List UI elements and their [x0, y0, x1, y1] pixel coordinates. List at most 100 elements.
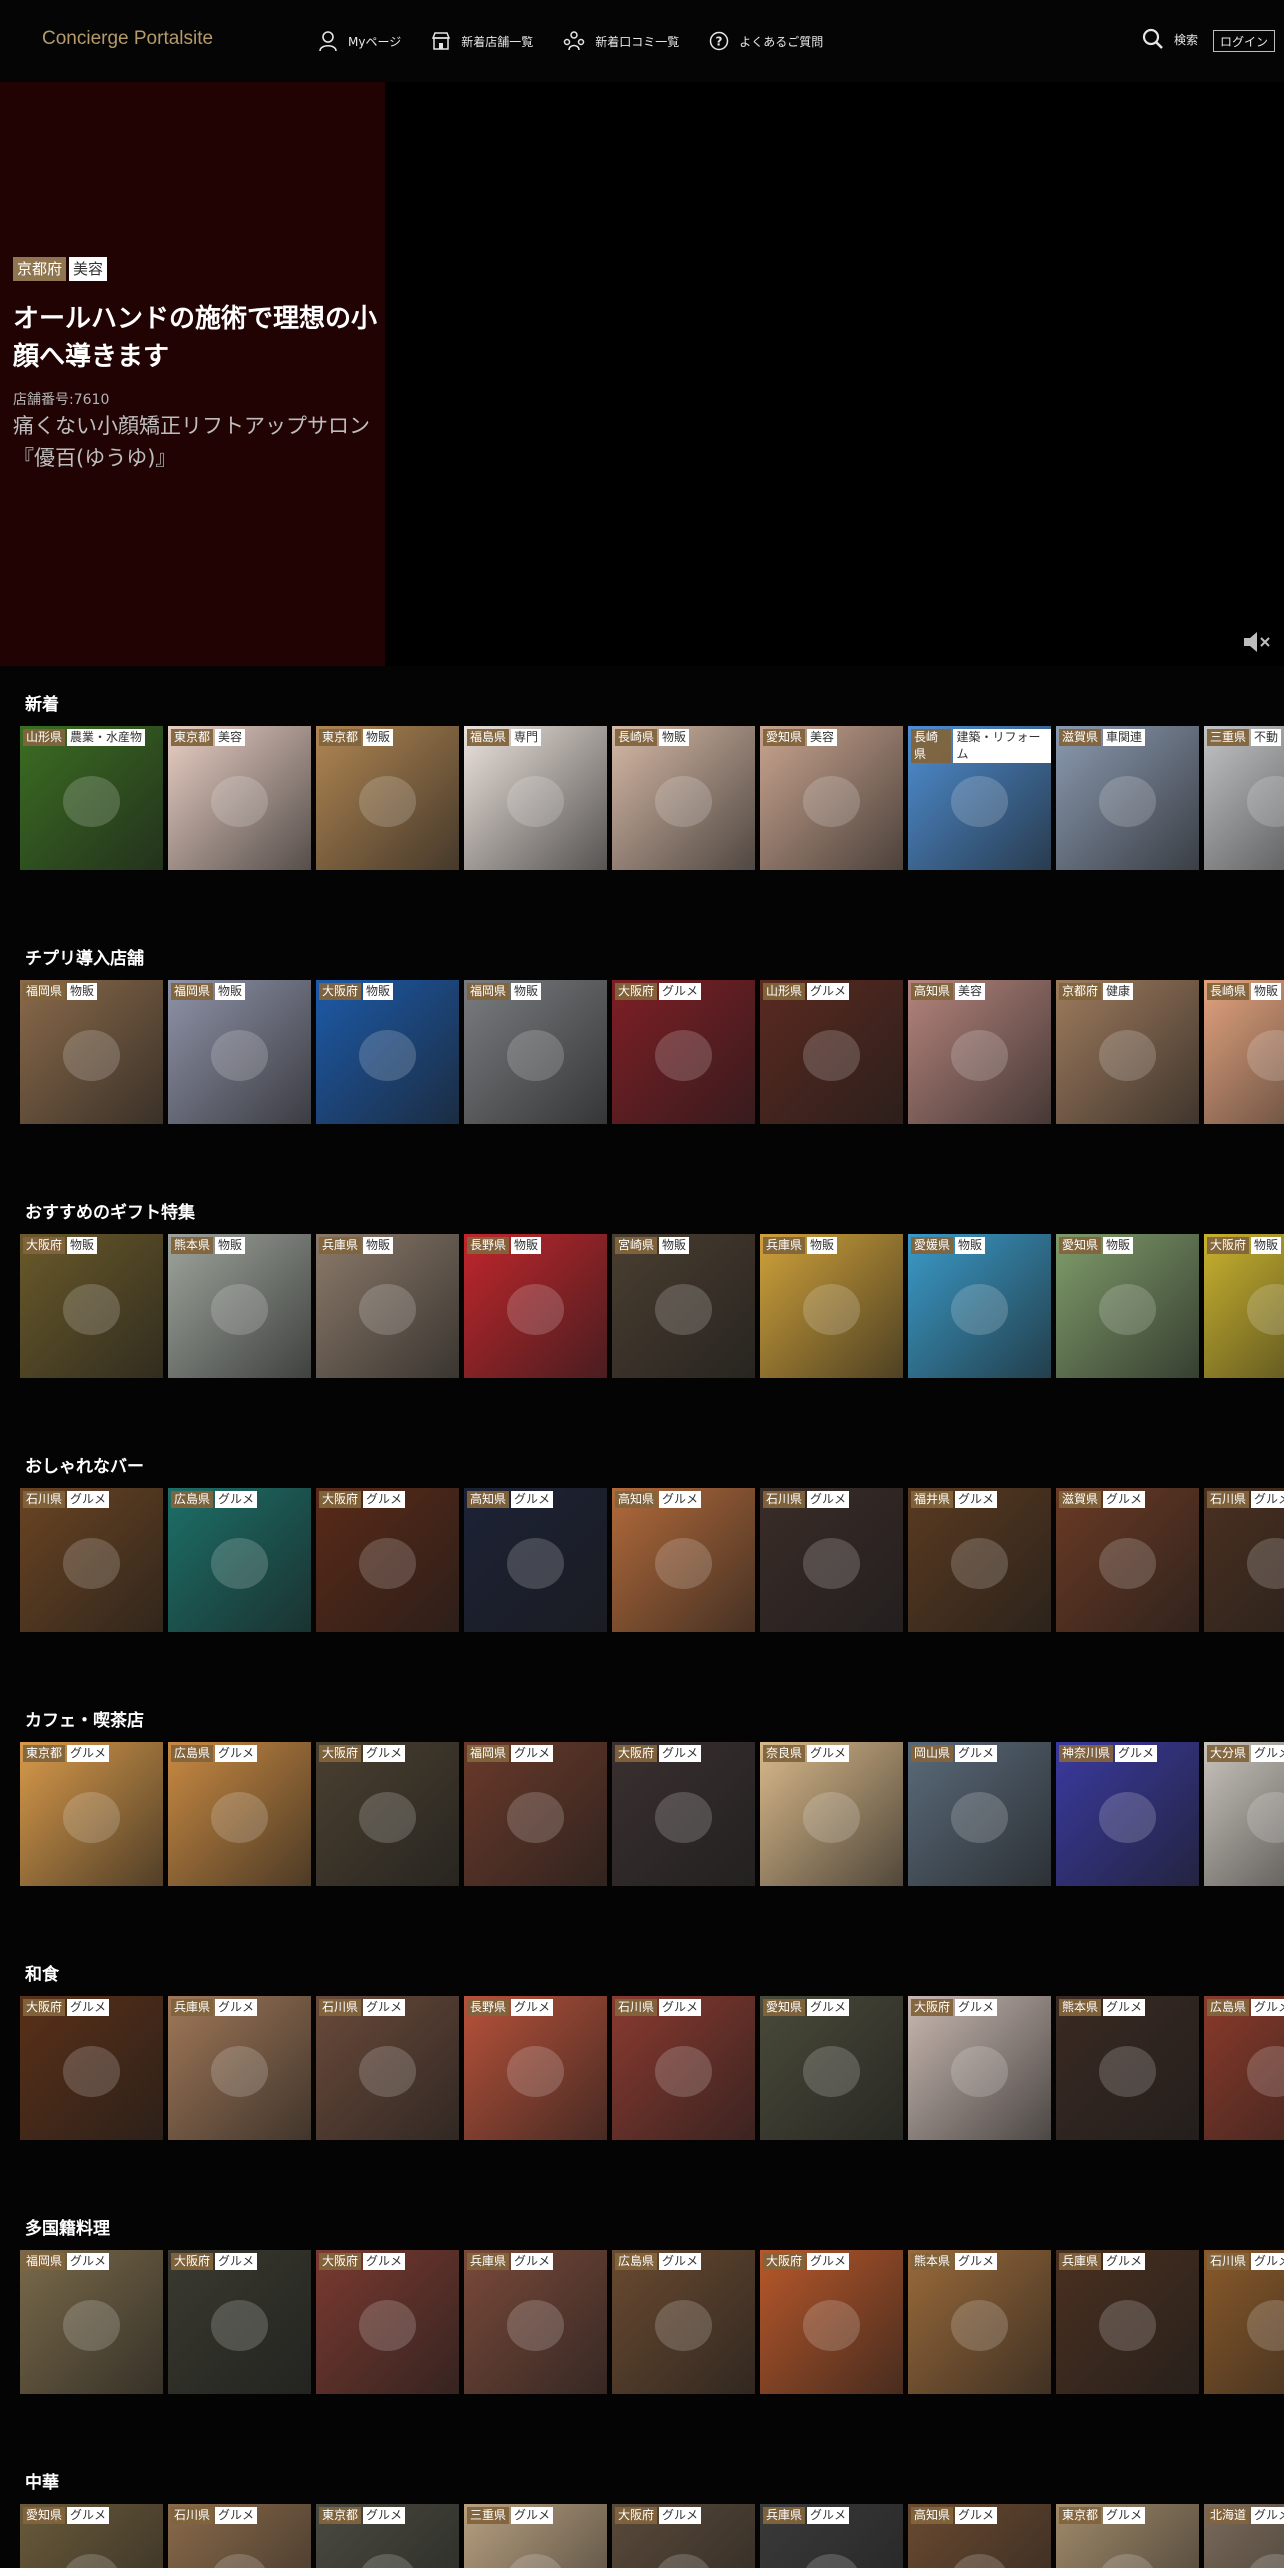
store-card[interactable]: 兵庫県 グルメ [168, 1996, 311, 2140]
store-card[interactable]: 愛知県 物販 [1056, 1234, 1199, 1378]
store-card[interactable]: 熊本県 物販 [168, 1234, 311, 1378]
store-card[interactable]: 宮崎県 物販 [612, 1234, 755, 1378]
store-card[interactable]: 福岡県 物販 [168, 980, 311, 1124]
store-card[interactable]: 山形県 グルメ [760, 980, 903, 1124]
store-card[interactable]: 大阪府 グルメ [612, 1742, 755, 1886]
store-card[interactable]: 大阪府 グルメ [612, 2504, 755, 2568]
store-card[interactable]: 大阪府 物販 [316, 980, 459, 1124]
store-card[interactable]: 兵庫県 グルメ [760, 2504, 903, 2568]
store-card[interactable]: 広島県グルメ [612, 2250, 755, 2394]
store-card[interactable]: 大阪府 グルメ [612, 980, 755, 1124]
store-card[interactable]: 兵庫県 グルメ [1056, 2250, 1199, 2394]
card-category-tag: グルメ [659, 1491, 702, 1508]
store-card[interactable]: 福島県 専門 [464, 726, 607, 870]
store-card[interactable]: 愛知県 グルメ [760, 1996, 903, 2140]
store-card[interactable]: 岡山県 グルメ [908, 1742, 1051, 1886]
store-card[interactable]: 広島県グルメ [168, 1742, 311, 1886]
store-card[interactable]: 京都府 健康 [1056, 980, 1199, 1124]
card-carousel: 東京都 グルメ 広島県 グルメ 大阪府 グルメ 福岡県 グルメ 大阪府 グルメ 奈良県 グルメ 岡山県グ… [20, 1742, 1284, 1886]
store-card[interactable]: 大阪府 グルメ [760, 2250, 903, 2394]
store-card[interactable]: 大分県グルメ [1204, 1742, 1284, 1886]
card-thumbnail [1098, 1538, 1157, 1589]
store-card[interactable]: 東京都 グルメ [1056, 2504, 1199, 2568]
mute-button[interactable] [1240, 626, 1272, 658]
card-tags: 長野県 グルメ [467, 1999, 554, 2016]
store-card[interactable]: 長野県 物販 [464, 1234, 607, 1378]
card-prefecture-tag: 愛知県 [763, 729, 806, 746]
store-card[interactable]: 長野県 グルメ [464, 1996, 607, 2140]
store-card[interactable]: 福岡県 物販 [464, 980, 607, 1124]
hero-title[interactable]: オールハンドの施術で理想の小顔へ導きます [13, 300, 383, 376]
store-card[interactable]: 山形県 農業・水産物 [20, 726, 163, 870]
store-card[interactable]: 石川県グルメ [168, 2504, 311, 2568]
card-thumbnail [1246, 2554, 1284, 2568]
card-tags: 長崎県 物販 [1207, 983, 1282, 1000]
nav-new-stores[interactable]: 新着店舗一覧 [431, 31, 533, 51]
store-card[interactable]: 長崎県 建築・リフォーム [908, 726, 1051, 870]
search-button[interactable]: 検索 [1142, 28, 1198, 50]
store-card[interactable]: 長崎県 物販 [1204, 980, 1284, 1124]
store-card[interactable]: 東京都 美容 [168, 726, 311, 870]
store-card[interactable]: 石川県グルメ [1204, 2250, 1284, 2394]
store-card[interactable]: 福岡県 グルメ [464, 1742, 607, 1886]
store-card[interactable]: 愛媛県 物販 [908, 1234, 1051, 1378]
store-card[interactable]: 石川県グルメ [20, 1488, 163, 1632]
card-prefecture-tag: 兵庫県 [763, 2507, 806, 2524]
store-card[interactable]: 大阪府 グルメ [168, 2250, 311, 2394]
store-card[interactable]: 高知県 グルメ [612, 1488, 755, 1632]
card-prefecture-tag: 福島県 [467, 729, 510, 746]
store-card[interactable]: 東京都 グルメ [20, 1742, 163, 1886]
store-card[interactable]: 広島県グルメ [1204, 1996, 1284, 2140]
store-card[interactable]: 滋賀県 グルメ [1056, 1488, 1199, 1632]
store-card[interactable]: 東京都 グルメ [316, 2504, 459, 2568]
store-card[interactable]: 石川県グルメ [1204, 1488, 1284, 1632]
store-card[interactable]: 広島県グルメ [168, 1488, 311, 1632]
store-card[interactable]: 神奈川県 グルメ [1056, 1742, 1199, 1886]
store-card[interactable]: 福岡県 グルメ [20, 2250, 163, 2394]
store-card[interactable]: 大阪府 グルメ [316, 2250, 459, 2394]
login-button[interactable]: ログイン [1213, 30, 1275, 52]
store-card[interactable]: 滋賀県 車関連 [1056, 726, 1199, 870]
store-card[interactable]: 石川県グルメ [760, 1488, 903, 1632]
store-card[interactable]: 熊本県 グルメ [908, 2250, 1051, 2394]
card-category-tag: グルメ [363, 1745, 406, 1762]
store-card[interactable]: 長崎県 物販 [612, 726, 755, 870]
store-card[interactable]: 愛知県 美容 [760, 726, 903, 870]
card-category-tag: グルメ [659, 1999, 702, 2016]
store-card[interactable]: 高知県 グルメ [908, 2504, 1051, 2568]
site-logo[interactable]: Concierge Portalsite [42, 28, 213, 50]
store-card[interactable]: 石川県グルメ [612, 1996, 755, 2140]
card-thumbnail [210, 1030, 269, 1081]
store-card[interactable]: 北海道グルメ [1204, 2504, 1284, 2568]
store-card[interactable]: 愛知県 グルメ [20, 2504, 163, 2568]
nav-faq[interactable]: ? よくあるご質問 [709, 31, 823, 51]
hero-banner[interactable]: 京都府 美容 オールハンドの施術で理想の小顔へ導きます 店舗番号:7610 痛く… [0, 82, 1284, 666]
store-card[interactable]: 石川県グルメ [316, 1996, 459, 2140]
store-card[interactable]: 三重県 グルメ [464, 2504, 607, 2568]
store-card[interactable]: 福井県 グルメ [908, 1488, 1051, 1632]
store-card[interactable]: 三重県 不動 [1204, 726, 1284, 870]
nav-new-reviews[interactable]: 新着口コミ一覧 [563, 31, 679, 51]
store-card[interactable]: 大阪府 グルメ [316, 1488, 459, 1632]
store-card[interactable]: 大阪府 物販 [1204, 1234, 1284, 1378]
card-prefecture-tag: 熊本県 [1059, 1999, 1102, 2016]
store-card[interactable]: 熊本県 グルメ [1056, 1996, 1199, 2140]
card-thumbnail [1246, 2046, 1284, 2097]
store-card[interactable]: 兵庫県 物販 [760, 1234, 903, 1378]
store-card[interactable]: 奈良県 グルメ [760, 1742, 903, 1886]
store-card[interactable]: 高知県 グルメ [464, 1488, 607, 1632]
card-tags: 大分県グルメ [1207, 1745, 1284, 1762]
store-card[interactable]: 大阪府 グルメ [20, 1996, 163, 2140]
store-card[interactable]: 東京都 物販 [316, 726, 459, 870]
store-card[interactable]: 兵庫県 グルメ [464, 2250, 607, 2394]
nav-my-page[interactable]: Myページ [318, 30, 401, 52]
store-card[interactable]: 大阪府 グルメ [908, 1996, 1051, 2140]
card-thumbnail [950, 2554, 1009, 2568]
card-tags: 東京都 物販 [319, 729, 394, 746]
card-prefecture-tag: 福岡県 [467, 983, 510, 1000]
store-card[interactable]: 福岡県 物販 [20, 980, 163, 1124]
store-card[interactable]: 兵庫県 物販 [316, 1234, 459, 1378]
store-card[interactable]: 大阪府 グルメ [316, 1742, 459, 1886]
store-card[interactable]: 大阪府 物販 [20, 1234, 163, 1378]
store-card[interactable]: 高知県 美容 [908, 980, 1051, 1124]
